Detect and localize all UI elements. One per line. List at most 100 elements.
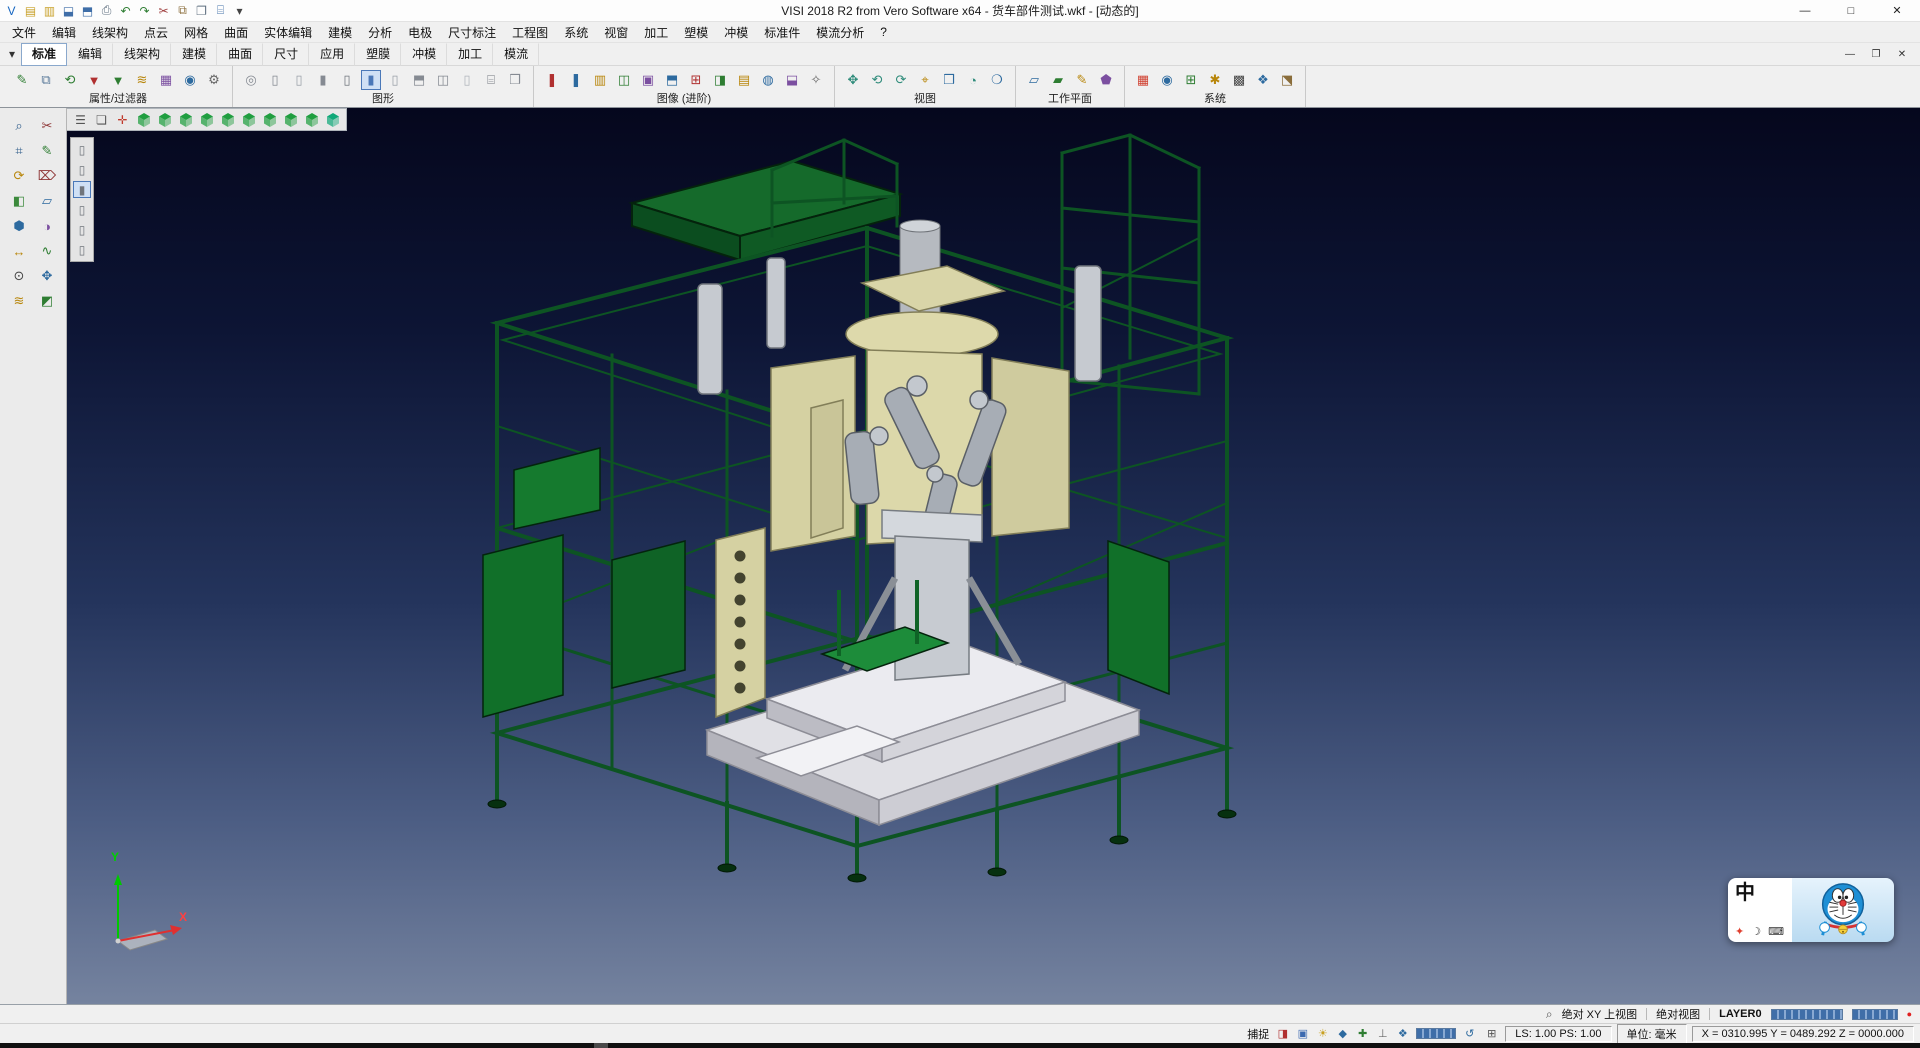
menu-item[interactable]: 标准件: [756, 22, 808, 43]
absolute-view-indicator[interactable]: 绝对视图: [1656, 1006, 1700, 1022]
view-cube-icon[interactable]: [134, 110, 153, 129]
view-cube-icon[interactable]: [281, 110, 300, 129]
sidebar-tool-icon[interactable]: ⊙: [8, 266, 30, 286]
selection-filter-icon[interactable]: ▯: [73, 241, 91, 258]
layer-color-bar-secondary[interactable]: [1852, 1009, 1898, 1020]
view-cube-icon[interactable]: [260, 110, 279, 129]
quick-access-icon[interactable]: ▾: [231, 2, 248, 19]
toolbar-icon[interactable]: ❚: [566, 70, 586, 90]
toolbar-icon[interactable]: ✎: [1072, 70, 1092, 90]
toolbar-icon[interactable]: ⧉: [36, 70, 56, 90]
sidebar-tool-icon[interactable]: ∿: [36, 241, 58, 261]
toolbar-icon[interactable]: ❒: [939, 70, 959, 90]
toolbar-icon[interactable]: ▩: [1229, 70, 1249, 90]
view-cube-icon[interactable]: [302, 110, 321, 129]
tab[interactable]: 曲面: [217, 43, 263, 66]
refresh-icon[interactable]: ↺: [1461, 1026, 1478, 1042]
toolbar-icon[interactable]: ▯: [265, 70, 285, 90]
sidebar-tool-icon[interactable]: ▱: [36, 191, 58, 211]
minimize-button[interactable]: —: [1782, 0, 1828, 21]
toolbar-icon[interactable]: ◉: [180, 70, 200, 90]
ime-indicator[interactable]: 中 ✦ ☽ ⌨: [1728, 878, 1792, 942]
mdi-close-button[interactable]: ✕: [1890, 46, 1914, 63]
selection-filter-icon[interactable]: ▯: [73, 141, 91, 158]
close-button[interactable]: ✕: [1874, 0, 1920, 21]
toolbar-icon[interactable]: ▯: [337, 70, 357, 90]
quick-access-icon[interactable]: ⬒: [79, 2, 96, 19]
view-cube-icon[interactable]: [218, 110, 237, 129]
sidebar-tool-icon[interactable]: ⌦: [36, 166, 58, 186]
menu-item[interactable]: 建模: [320, 22, 360, 43]
viewport-tool-icon[interactable]: ✛: [113, 110, 132, 129]
quick-access-icon[interactable]: ▥: [41, 2, 58, 19]
toolbar-icon[interactable]: ≋: [132, 70, 152, 90]
toolbar-icon[interactable]: ❍: [987, 70, 1007, 90]
toolbar-icon[interactable]: ⬒: [662, 70, 682, 90]
toolbar-icon[interactable]: ⬟: [1096, 70, 1116, 90]
toolbar-icon[interactable]: ✎: [12, 70, 32, 90]
maximize-button[interactable]: □: [1828, 0, 1874, 21]
toolbar-icon[interactable]: ⬔: [1277, 70, 1297, 90]
tab[interactable]: 应用: [309, 43, 355, 66]
menu-item[interactable]: 编辑: [44, 22, 84, 43]
sidebar-tool-icon[interactable]: ⟳: [8, 166, 30, 186]
toolbar-icon[interactable]: ▦: [156, 70, 176, 90]
view-mode-indicator[interactable]: 绝对 XY 上视图: [1562, 1006, 1638, 1022]
sidebar-tool-icon[interactable]: ◩: [36, 291, 58, 311]
quick-access-icon[interactable]: ⧉: [174, 2, 191, 19]
toolbar-icon[interactable]: ◉: [1157, 70, 1177, 90]
toolbar-icon[interactable]: ⊞: [686, 70, 706, 90]
toolbar-icon[interactable]: ▮: [361, 70, 381, 90]
keyboard-icon[interactable]: ⌨: [1768, 925, 1784, 938]
toolbar-icon[interactable]: ⬒: [409, 70, 429, 90]
tab[interactable]: 尺寸: [263, 43, 309, 66]
mdi-restore-button[interactable]: ❐: [1864, 46, 1888, 63]
toolbar-icon[interactable]: ▦: [1133, 70, 1153, 90]
view-cube-icon[interactable]: [197, 110, 216, 129]
toolbar-icon[interactable]: ❖: [1253, 70, 1273, 90]
tab-overflow-button[interactable]: ▾: [3, 47, 21, 61]
active-layer-indicator[interactable]: LAYER0: [1719, 1008, 1761, 1020]
menu-item[interactable]: 网格: [176, 22, 216, 43]
menu-item[interactable]: 加工: [636, 22, 676, 43]
toolbar-icon[interactable]: ◍: [758, 70, 778, 90]
toolbar-icon[interactable]: ⬓: [782, 70, 802, 90]
machine-3d-model[interactable]: [67, 108, 1920, 1004]
toolbar-icon[interactable]: ✧: [806, 70, 826, 90]
mdi-minimize-button[interactable]: —: [1838, 46, 1862, 63]
quick-access-icon[interactable]: ⬓: [60, 2, 77, 19]
quick-access-icon[interactable]: ⎙: [98, 2, 115, 19]
toolbar-icon[interactable]: ◫: [433, 70, 453, 90]
toolbar-icon[interactable]: ▮: [313, 70, 333, 90]
snap-mode-icon[interactable]: ☀: [1314, 1026, 1331, 1042]
snap-mode-icon[interactable]: ◆: [1334, 1026, 1351, 1042]
sidebar-tool-icon[interactable]: ◧: [8, 191, 30, 211]
menu-item[interactable]: 视窗: [596, 22, 636, 43]
selection-filter-icon[interactable]: ▯: [73, 161, 91, 178]
ime-mode-label[interactable]: 中: [1735, 882, 1785, 904]
toolbar-icon[interactable]: ▤: [734, 70, 754, 90]
view-cube-icon[interactable]: [323, 110, 342, 129]
toolbar-icon[interactable]: ✱: [1205, 70, 1225, 90]
quick-access-icon[interactable]: ↷: [136, 2, 153, 19]
menu-item[interactable]: 分析: [360, 22, 400, 43]
quick-access-icon[interactable]: ✂: [155, 2, 172, 19]
toolbar-icon[interactable]: ⚙: [204, 70, 224, 90]
view-cube-icon[interactable]: [239, 110, 258, 129]
menu-item[interactable]: 冲模: [716, 22, 756, 43]
menu-item[interactable]: 线架构: [84, 22, 136, 43]
menu-item[interactable]: 曲面: [216, 22, 256, 43]
sidebar-tool-icon[interactable]: ⌗: [8, 141, 30, 161]
toolbar-icon[interactable]: ▥: [590, 70, 610, 90]
toolbar-icon[interactable]: ▱: [1024, 70, 1044, 90]
toolbar-icon[interactable]: ❚: [542, 70, 562, 90]
toolbar-icon[interactable]: ◎: [241, 70, 261, 90]
tab[interactable]: 模流: [493, 43, 539, 66]
toolbar-icon[interactable]: ◨: [710, 70, 730, 90]
viewport-tool-icon[interactable]: ☰: [71, 110, 90, 129]
view-cube-icon[interactable]: [155, 110, 174, 129]
toolbar-icon[interactable]: ⟳: [891, 70, 911, 90]
viewport-tool-icon[interactable]: ❏: [92, 110, 111, 129]
sidebar-tool-icon[interactable]: ✎: [36, 141, 58, 161]
ime-accent-icon[interactable]: ✦: [1735, 925, 1744, 938]
